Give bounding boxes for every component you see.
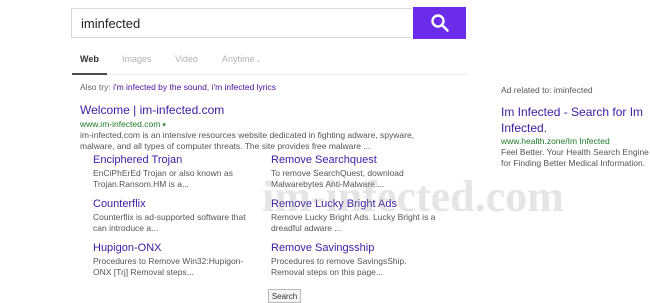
result-url-text: www.im-infected.com: [80, 119, 161, 129]
chevron-down-icon: ⌄: [255, 57, 262, 64]
sitelink-title[interactable]: Remove Searchquest: [271, 154, 377, 166]
tab-anytime-label: Anytime: [222, 54, 255, 64]
sitelink-snippet: EnCiPhErEd Trojan or also known as Troja…: [93, 168, 233, 189]
tab-video[interactable]: Video: [175, 54, 198, 64]
tab-web[interactable]: Web: [80, 54, 99, 64]
sitelink-snippet: To remove SearchQuest, download Malwareb…: [271, 168, 404, 189]
ad-description: Feel Better. Your Health Search Engine f…: [501, 147, 649, 168]
sitelink-snippet: Procedures to remove SavingsShip. Remova…: [271, 256, 407, 277]
sitelink-title[interactable]: Remove Savingsship: [271, 242, 374, 254]
result-url: www.im-infected.com ▾: [80, 119, 166, 129]
tabs-divider: [72, 74, 467, 75]
result-title[interactable]: Welcome | im-infected.com: [80, 103, 224, 117]
search-button[interactable]: [413, 7, 466, 39]
also-try-link[interactable]: i'm infected lyrics: [212, 82, 276, 92]
tab-images[interactable]: Images: [122, 54, 152, 64]
tab-anytime[interactable]: Anytime⌄: [222, 54, 261, 64]
sitelink-title[interactable]: Remove Lucky Bright Ads: [271, 198, 397, 210]
ad-title[interactable]: Im Infected - Search for Im Infected.: [501, 104, 650, 136]
sitelink-snippet: Counterflix is ad-supported software tha…: [93, 212, 246, 233]
also-try-prefix: Also try:: [80, 82, 111, 92]
ad-label: Ad related to: iminfected: [501, 85, 593, 95]
sitelink-snippet: Remove Lucky Bright Ads. Lucky Bright is…: [271, 212, 436, 233]
search-input[interactable]: [71, 8, 412, 38]
result-snippet: im-infected.com is an intensive resource…: [80, 130, 415, 151]
sitelink-title[interactable]: Enciphered Trojan: [93, 154, 182, 166]
active-tab-indicator: [72, 73, 107, 75]
also-try: Also try: i'm infected by the sound, i'm…: [80, 82, 276, 92]
sitelink-title[interactable]: Hupigon-ONX: [93, 242, 161, 254]
magnifier-icon: [430, 13, 450, 33]
bottom-search-button[interactable]: Search: [268, 289, 301, 303]
ad-url: www.health.zone/Im Infected: [501, 136, 610, 146]
also-try-link[interactable]: i'm infected by the sound: [113, 82, 207, 92]
sitelink-title[interactable]: Counterflix: [93, 198, 146, 210]
caret-down-icon[interactable]: ▾: [162, 122, 166, 129]
sitelink-snippet: Procedures to Remove Win32:Hupigon-ONX […: [93, 256, 244, 277]
